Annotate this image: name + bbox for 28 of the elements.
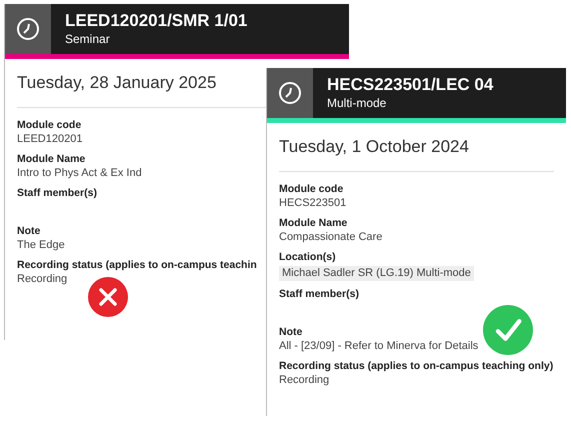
field-value: Recording	[279, 373, 330, 387]
field-label: Module code	[279, 182, 344, 196]
location-tag: Michael Sadler SR (LG.19) Multi-mode	[279, 266, 474, 281]
field-value: The Edge	[17, 238, 65, 252]
field-label: Recording status (applies to on-campus teachin	[17, 258, 257, 272]
clock-icon	[16, 17, 40, 41]
event-date: Tuesday, 28 January 2025	[17, 73, 216, 93]
field-label: Staff member(s)	[279, 287, 359, 301]
field-value: HECS223501	[279, 196, 346, 210]
field-label: Module Name	[279, 216, 348, 230]
field-label: Location(s)	[279, 250, 336, 264]
event-date: Tuesday, 1 October 2024	[279, 137, 469, 157]
field-value: All - [23/09] - Refer to Minerva for Details	[279, 339, 478, 353]
field-value: Intro to Phys Act & Ex Ind	[17, 166, 142, 180]
event-type: Multi-mode	[327, 95, 388, 111]
field-value: Compassionate Care	[279, 230, 382, 244]
field-label: Note	[17, 224, 40, 238]
field-label: Recording status (applies to on-campus teaching only)	[279, 359, 554, 373]
field-label: Note	[279, 325, 302, 339]
clock-icon	[278, 81, 302, 105]
event-code: LEED120201/SMR 1/01	[65, 11, 248, 31]
field-label: Module Name	[17, 152, 86, 166]
event-type: Seminar	[65, 31, 111, 47]
field-label: Module code	[17, 118, 82, 132]
field-label: Staff member(s)	[17, 186, 97, 200]
field-value: LEED120201	[17, 132, 82, 146]
field-value: Recording	[17, 272, 68, 286]
event-code: HECS223501/LEC 04	[327, 75, 494, 95]
